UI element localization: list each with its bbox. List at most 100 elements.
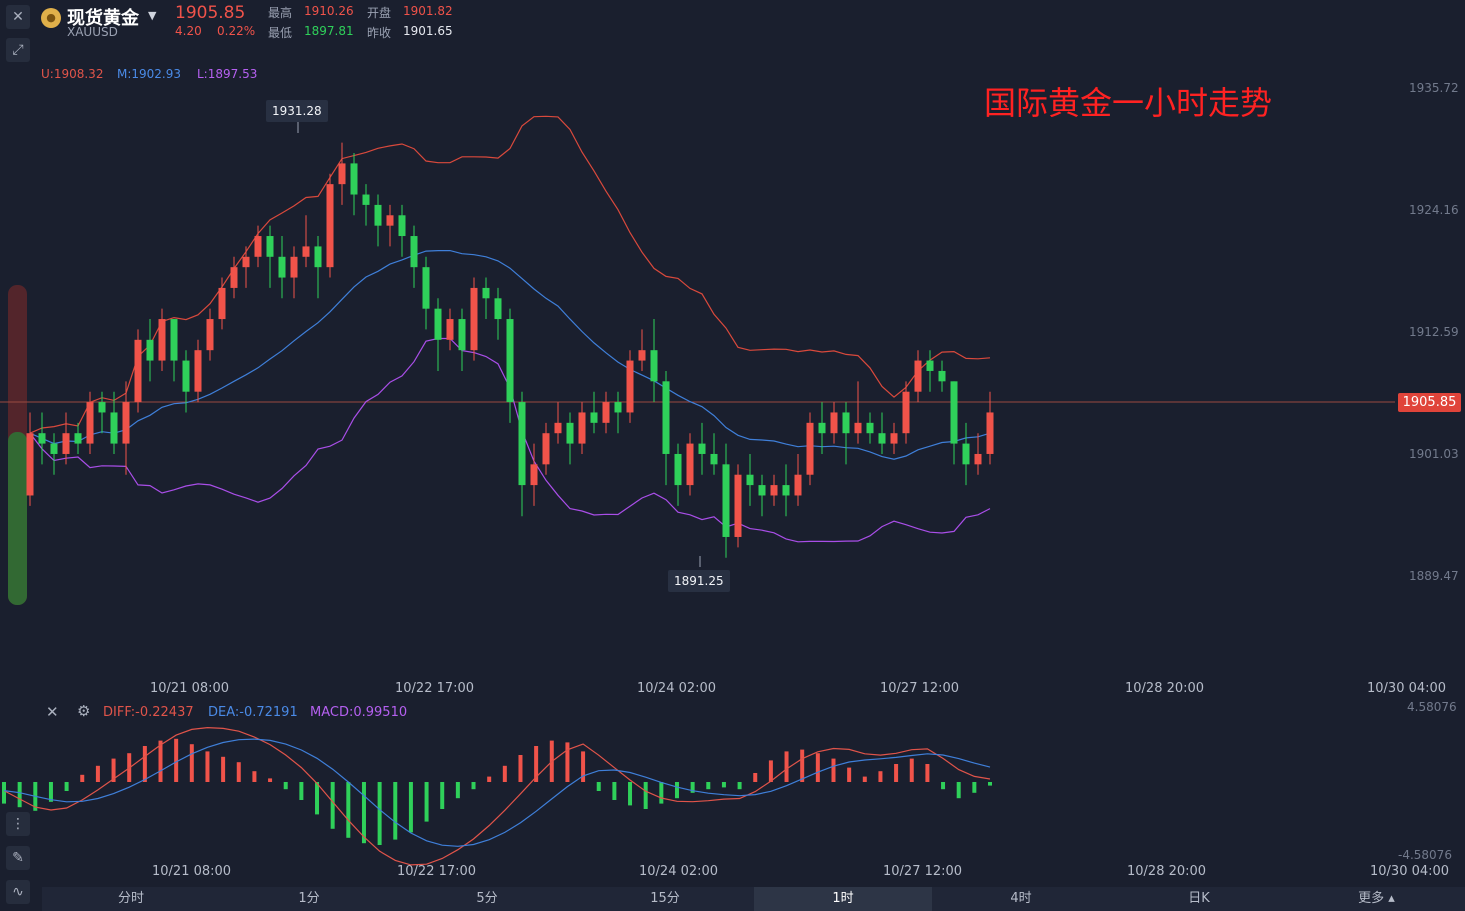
- macd-bar: [800, 749, 805, 782]
- macd-bar: [878, 771, 883, 782]
- candle-body: [614, 402, 622, 413]
- candle-body: [938, 370, 946, 382]
- timeframe-tab[interactable]: 分时: [42, 887, 220, 911]
- candle-body: [50, 443, 58, 454]
- macd-time-tick: 10/24 02:00: [639, 864, 719, 879]
- macd-bar: [64, 782, 69, 791]
- more-label: 更多: [1358, 891, 1385, 906]
- macd-dea-line: [3, 738, 991, 847]
- timeframe-tab-active[interactable]: 1时: [754, 887, 932, 911]
- candlestick-chart[interactable]: [0, 0, 1465, 700]
- macd-bar: [236, 762, 241, 782]
- macd-bar: [283, 782, 288, 790]
- time-tick: 10/21 08:00: [150, 681, 230, 696]
- candle-body: [746, 474, 754, 486]
- macd-time-tick: 10/28 20:00: [1127, 864, 1207, 879]
- macd-bar: [815, 753, 820, 782]
- macd-bar: [361, 782, 366, 844]
- timeframe-tab[interactable]: 1分: [220, 887, 398, 911]
- candle-body: [230, 267, 238, 288]
- timeframe-tab[interactable]: 日K: [1110, 887, 1288, 911]
- candle-body: [338, 163, 346, 185]
- macd-bar: [831, 758, 836, 782]
- macd-bar: [252, 771, 257, 782]
- line-chart-icon[interactable]: ∿: [6, 880, 30, 904]
- macd-bar: [377, 782, 382, 845]
- candle-body: [962, 443, 970, 465]
- candle-body: [326, 184, 334, 268]
- macd-bar: [268, 778, 273, 782]
- macd-bar: [596, 782, 601, 791]
- macd-bar: [972, 782, 977, 793]
- timeframe-tab-more[interactable]: 更多 ▴: [1288, 887, 1465, 911]
- candle-body: [722, 464, 730, 537]
- candle-body: [950, 381, 958, 444]
- time-tick: 10/30 04:00: [1367, 681, 1447, 696]
- macd-bar: [737, 782, 742, 790]
- macd-time-tick: 10/27 12:00: [883, 864, 963, 879]
- candle-body: [38, 433, 46, 444]
- candle-body: [146, 339, 154, 361]
- macd-bar: [706, 782, 711, 790]
- candle-body: [122, 402, 130, 444]
- macd-bar: [142, 746, 147, 782]
- macd-bar: [674, 782, 679, 799]
- macd-bar: [909, 758, 914, 782]
- macd-time-tick: 10/22 17:00: [397, 864, 477, 879]
- candle-body: [254, 236, 262, 257]
- macd-bar: [502, 765, 507, 782]
- macd-bar: [612, 782, 617, 800]
- candle-body: [506, 319, 514, 403]
- candle-body: [74, 433, 82, 444]
- candle-body: [518, 402, 526, 486]
- macd-bar: [659, 782, 664, 804]
- candle-body: [890, 433, 898, 444]
- macd-bar: [784, 751, 789, 782]
- timeframe-tab[interactable]: 4时: [932, 887, 1110, 911]
- candle-body: [674, 453, 682, 486]
- macd-bar: [847, 767, 852, 782]
- macd-bar: [487, 776, 492, 782]
- macd-bar: [721, 782, 726, 788]
- candle-body: [806, 422, 814, 475]
- macd-bar: [440, 782, 445, 809]
- candle-body: [242, 256, 250, 268]
- candle-body: [542, 433, 550, 465]
- candle-body: [662, 381, 670, 454]
- candle-body: [626, 360, 634, 413]
- candle-body: [554, 422, 562, 434]
- candle-body: [902, 391, 910, 434]
- macd-bar: [205, 751, 210, 782]
- max-price-marker: 1931.28: [266, 100, 328, 122]
- candle-body: [218, 287, 226, 320]
- candle-body: [98, 402, 106, 413]
- macd-bar: [643, 782, 648, 809]
- candle-body: [698, 443, 706, 454]
- candle-body: [26, 433, 34, 496]
- candle-body: [302, 246, 310, 257]
- candle-body: [830, 412, 838, 434]
- candle-body: [482, 287, 490, 299]
- candle-body: [374, 204, 382, 226]
- candle-body: [158, 319, 166, 361]
- candle-body: [86, 402, 94, 444]
- candle-body: [794, 474, 802, 496]
- macd-chart[interactable]: [0, 700, 1465, 870]
- macd-bar: [862, 776, 867, 782]
- time-tick: 10/24 02:00: [637, 681, 717, 696]
- macd-bar: [753, 773, 758, 782]
- macd-bar: [158, 740, 163, 782]
- macd-bar: [393, 782, 398, 840]
- timeframe-tab[interactable]: 5分: [398, 887, 576, 911]
- macd-bar: [299, 782, 304, 800]
- candle-body: [782, 485, 790, 496]
- volume-gauge-down: [8, 432, 27, 605]
- candle-body: [878, 433, 886, 444]
- macd-bar: [424, 782, 429, 822]
- macd-time-tick: 10/21 08:00: [152, 864, 232, 879]
- macd-bar: [988, 782, 992, 786]
- macd-bar: [925, 764, 930, 782]
- timeframe-tab[interactable]: 15分: [576, 887, 754, 911]
- candle-body: [578, 412, 586, 444]
- candle-body: [458, 319, 466, 351]
